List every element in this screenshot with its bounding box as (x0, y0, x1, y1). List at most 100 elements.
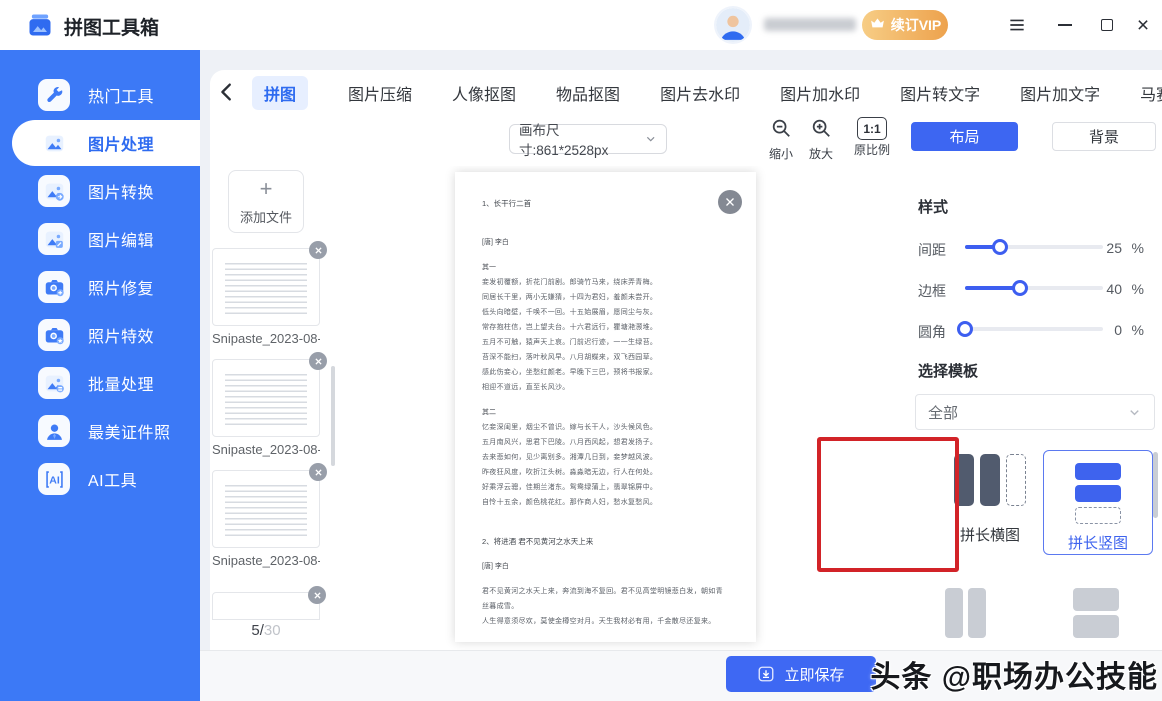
slider-track[interactable] (965, 286, 1103, 290)
svg-text:AI: AI (49, 474, 60, 486)
document-line: 好乘浮云骢，佳期兰渚东。鸳鸯绿蒲上，翡翠锦屏中。 (482, 480, 729, 495)
sidebar-item[interactable]: AI AI工具 (0, 456, 200, 502)
photo-repair-icon (38, 271, 70, 303)
zoom-out-button[interactable]: 缩小 (759, 117, 803, 162)
zoom-in-button[interactable]: 放大 (799, 117, 843, 162)
feature-tab[interactable]: 图片加水印 (780, 76, 860, 110)
crown-icon (869, 15, 886, 35)
background-button[interactable]: 背景 (1052, 122, 1156, 151)
document-line: [唐] 李白 (482, 235, 729, 250)
file-thumbnail[interactable]: Snipaste_2023-08-1... (212, 470, 320, 568)
feature-tab[interactable]: 图片去水印 (660, 76, 740, 110)
scrollbar[interactable] (1153, 452, 1158, 518)
close-button[interactable]: × (1126, 0, 1160, 50)
style-slider-row: 圆角 0 % (890, 310, 1162, 351)
style-section-title: 样式 (918, 196, 948, 217)
feature-tab[interactable]: 图片压缩 (348, 76, 412, 110)
remove-file-icon[interactable] (309, 352, 327, 370)
original-ratio-button[interactable]: 1:1 原比例 (850, 117, 894, 158)
document-preview[interactable]: 1、长干行二首[唐] 李白其一妾发初覆额，折花门前剧。郎骑竹马来，绕床弄青梅。同… (455, 172, 756, 642)
plus-icon: + (260, 178, 273, 200)
template-option-two-columns[interactable] (945, 588, 986, 638)
template-option-vertical-selected[interactable]: 拼长竖图 (1043, 450, 1153, 555)
document-line: 人生得意须尽欢，莫使金樽空对月。天生我材必有用，千金散尽还复来。 (482, 614, 729, 629)
slider-knob[interactable] (992, 239, 1008, 255)
style-panel: 样式 间距 25 % 边框 40 % (890, 166, 1162, 650)
sidebar-item[interactable]: 照片修复 (0, 264, 200, 310)
hot-tools-icon (38, 79, 70, 111)
file-thumbnail[interactable]: Snipaste_2023-08-1... (212, 248, 320, 346)
menu-icon[interactable] (1000, 0, 1034, 50)
feature-tab[interactable]: 图片转文字 (900, 76, 980, 110)
layout-button[interactable]: 布局 (911, 122, 1018, 151)
photo-effects-icon (38, 319, 70, 351)
app-logo-icon (26, 11, 54, 39)
template-section-title: 选择模板 (918, 360, 978, 381)
document-line (482, 250, 729, 260)
document-line: 去来悲如何，见少离别多。湘潭几日到，妾梦越风波。 (482, 450, 729, 465)
app-window: 拼图工具箱 续订VIP × 热门工具 图片处理 (0, 0, 1162, 701)
document-line (482, 211, 729, 235)
file-thumbnail[interactable]: Snipaste_2023-08-1... (212, 359, 320, 457)
slider-knob[interactable] (957, 321, 973, 337)
sidebar-item[interactable]: 批量处理 (0, 360, 200, 406)
file-counter: 5/30 (212, 622, 320, 639)
sidebar-item[interactable]: 热门工具 (0, 72, 200, 118)
titlebar: 拼图工具箱 续订VIP × (0, 0, 1162, 50)
maximize-button[interactable] (1090, 0, 1124, 50)
document-line: 感此伤妾心，坐愁红颜老。早晚下三巴，预将书报家。 (482, 365, 729, 380)
document-line: 其一 (482, 260, 729, 275)
slider-track[interactable] (965, 327, 1103, 331)
renew-vip-button[interactable]: 续订VIP (862, 10, 948, 40)
template-option-horizontal[interactable]: 拼长横图 (925, 454, 1055, 545)
file-thumbnail-partial[interactable] (212, 592, 320, 620)
zoom-out-icon (770, 117, 792, 139)
slider-knob[interactable] (1012, 280, 1028, 296)
ai-tools-icon: AI (38, 463, 70, 495)
user-avatar[interactable] (716, 8, 750, 42)
document-line: 其二 (482, 405, 729, 420)
vertical-stitch-icon (1044, 463, 1152, 524)
slider-track[interactable] (965, 245, 1103, 249)
feature-tab[interactable]: 人像抠图 (452, 76, 516, 110)
image-edit-icon (38, 223, 70, 255)
remove-page-icon[interactable] (718, 190, 742, 214)
scrollbar[interactable] (331, 366, 335, 466)
sidebar-item[interactable]: 图片转换 (0, 168, 200, 214)
document-line: 2、将进酒 君不见黄河之水天上来 (482, 534, 729, 549)
minimize-button[interactable] (1048, 0, 1082, 50)
style-slider-row: 间距 25 % (890, 228, 1162, 269)
add-file-button[interactable]: + 添加文件 (228, 170, 304, 233)
feature-tab[interactable]: 图片加文字 (1020, 76, 1100, 110)
document-line: 妾发初覆额，折花门前剧。郎骑竹马来，绕床弄青梅。 (482, 275, 729, 290)
remove-file-icon[interactable] (309, 463, 327, 481)
toolbar: 画布尺寸:861*2528px 缩小 放大 1:1 原比例 布局 背景 (210, 116, 1162, 166)
style-slider-row: 边框 40 % (890, 269, 1162, 310)
back-chevron-icon[interactable] (216, 81, 242, 105)
document-line: 低头向暗壁，千唤不一回。十五始展眉，愿同尘与灰。 (482, 305, 729, 320)
document-line (482, 395, 729, 405)
feature-tab[interactable]: 物品抠图 (556, 76, 620, 110)
document-line (482, 574, 729, 584)
sidebar-item[interactable]: 照片特效 (0, 312, 200, 358)
sidebar-item[interactable]: 图片处理 (0, 120, 200, 166)
sidebar-item[interactable]: 最美证件照 (0, 408, 200, 454)
remove-file-icon[interactable] (308, 586, 326, 604)
remove-file-icon[interactable] (309, 241, 327, 259)
document-line: 苔深不能扫，落叶秋风早。八月胡蝶来，双飞西园草。 (482, 350, 729, 365)
sidebar-item[interactable]: 图片编辑 (0, 216, 200, 262)
save-now-button[interactable]: 立即保存 (726, 656, 876, 692)
document-line: 君不见黄河之水天上来，奔流到海不复回。君不见高堂明镜悲白发，朝如青丝暮成雪。 (482, 584, 729, 614)
template-filter-dropdown[interactable]: 全部 (915, 394, 1155, 430)
feature-tab[interactable]: 马赛克 (1140, 76, 1162, 110)
canvas-size-dropdown[interactable]: 画布尺寸:861*2528px (509, 124, 667, 154)
file-list: + 添加文件 Snipaste_2023-08-1... Snipaste_20… (210, 166, 338, 650)
ratio-1-1-icon: 1:1 (857, 117, 887, 140)
thumbnail-preview (212, 359, 320, 437)
image-convert-icon (38, 175, 70, 207)
document-line: 昨夜狂风度，吹折江头树。淼淼暗无边，行人在何处。 (482, 465, 729, 480)
chevron-down-icon (1127, 405, 1142, 420)
template-option-two-rows[interactable] (1073, 588, 1119, 638)
feature-tab[interactable]: 拼图 (252, 76, 308, 110)
document-line: 常存抱柱信，岂上望夫台。十六君远行，瞿塘滟滪堆。 (482, 320, 729, 335)
